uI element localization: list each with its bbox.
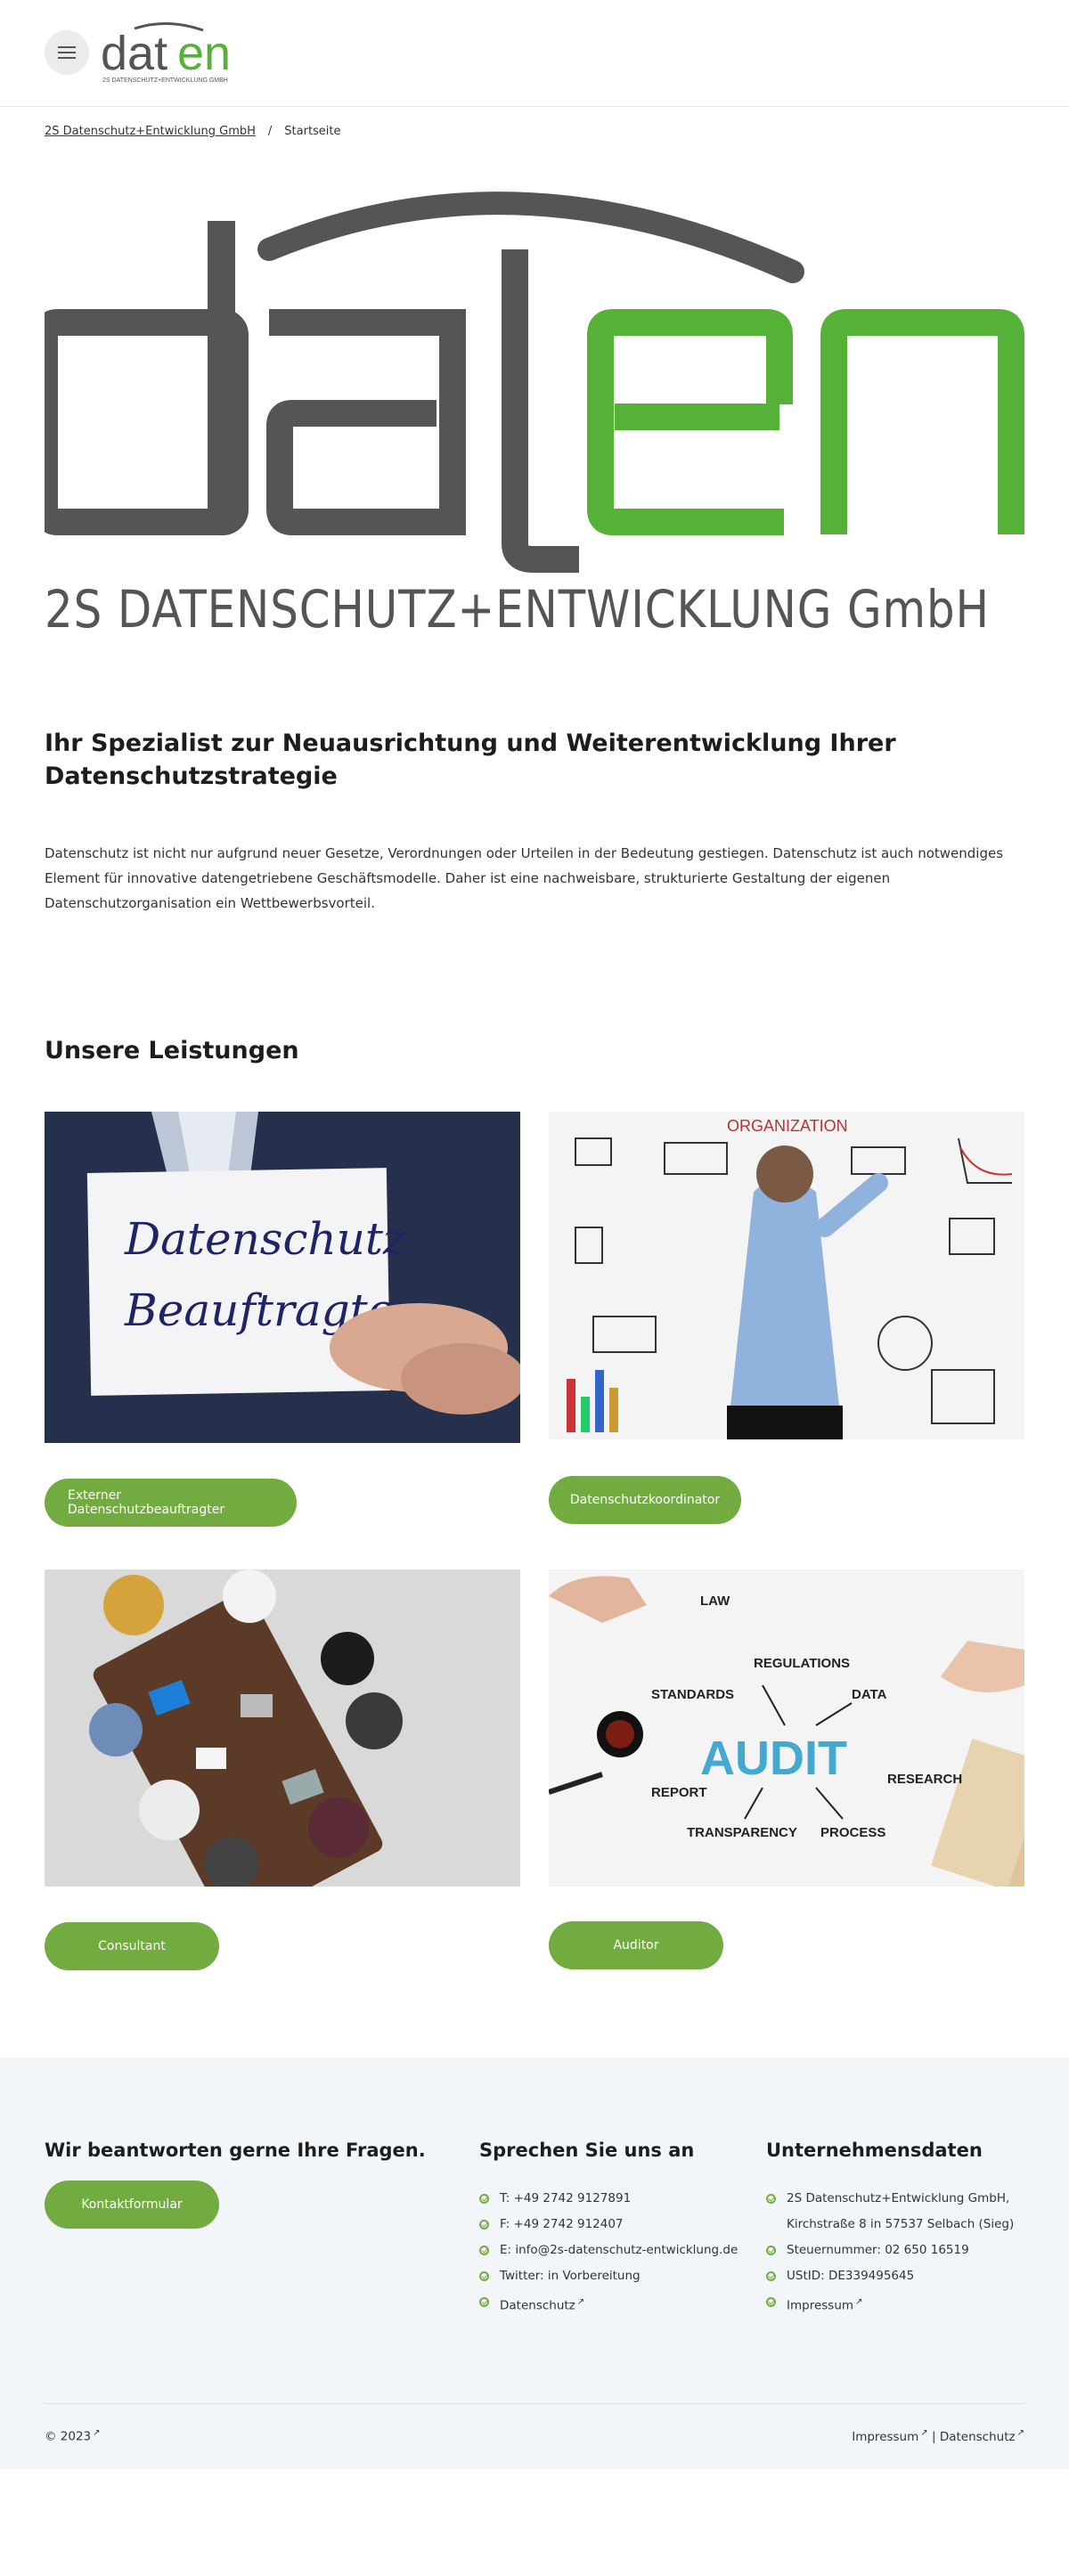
contact-form-button[interactable]: Kontaktformular — [45, 2181, 219, 2229]
audit-word-research: RESEARCH — [887, 1772, 962, 1787]
service-image-koordinator: ORGANIZATION — [549, 1112, 1024, 1439]
dsb-image-line1: Datenschutz — [124, 1213, 407, 1265]
audit-word-standards: STANDARDS — [651, 1687, 734, 1702]
check-icon — [479, 2297, 489, 2307]
imprint-link[interactable]: Impressum ↗ — [787, 2289, 862, 2319]
check-icon — [479, 2220, 489, 2230]
email-link[interactable]: E: info@2s-datenschutz-entwicklung.de — [500, 2238, 738, 2263]
site-logo[interactable]: dat en 2S DATENSCHUTZ+ENTWICKLUNG GMBH — [101, 20, 243, 84]
service-button-dsb[interactable]: Externer Datenschutzbeauftragter — [45, 1479, 297, 1527]
imprint-link-label: Impressum — [787, 2298, 854, 2313]
phone-text[interactable]: T: +49 2742 9127891 — [500, 2186, 631, 2212]
service-image-dsb: Datenschutz Beauftragter — [45, 1112, 520, 1443]
copyright[interactable]: © 2023 ↗ — [45, 2428, 101, 2444]
service-button-auditor[interactable]: Auditor — [549, 1921, 723, 1969]
audit-word-process: PROCESS — [820, 1825, 885, 1840]
services-title: Unsere Leistungen — [45, 1037, 299, 1064]
list-item: E: info@2s-datenschutz-entwicklung.de — [479, 2238, 738, 2263]
check-icon — [479, 2194, 489, 2204]
org-image-title: ORGANIZATION — [727, 1117, 848, 1135]
legal-privacy-link[interactable]: Datenschutz ↗ — [939, 2428, 1024, 2444]
audit-word-transparency: TRANSPARENCY — [687, 1825, 797, 1840]
copyright-text: © 2023 — [45, 2429, 92, 2444]
company-address: 2S Datenschutz+Entwicklung GmbH, Kirchst… — [787, 2191, 1015, 2231]
hamburger-icon — [58, 46, 76, 59]
hero-subtitle: 2S DATENSCHUTZ+ENTWICKLUNG GmbH — [45, 579, 990, 640]
page-headline: Ihr Spezialist zur Neuausrichtung und We… — [45, 730, 896, 790]
legal-separator: | — [931, 2429, 936, 2444]
site-footer: Wir beantworten gerne Ihre Fragen. Konta… — [0, 2058, 1069, 2469]
footer-contact-list: T: +49 2742 9127891 F: +49 2742 912407 E… — [479, 2186, 738, 2319]
external-link-icon: ↗ — [920, 2428, 928, 2438]
external-link-icon: ↗ — [1016, 2428, 1024, 2438]
vat-id: UStID: DE339495645 — [787, 2269, 915, 2283]
breadcrumb: 2S Datenschutz+Entwicklung GmbH / Starts… — [45, 125, 341, 138]
check-icon — [766, 2271, 776, 2281]
service-image-consultant — [45, 1569, 520, 1887]
external-link-icon: ↗ — [576, 2297, 585, 2307]
menu-button[interactable] — [45, 30, 89, 75]
check-icon — [766, 2246, 776, 2255]
list-item: T: +49 2742 9127891 — [479, 2186, 738, 2212]
list-item: Steuernummer: 02 650 16519 — [766, 2238, 1024, 2263]
audit-word-data: DATA — [852, 1687, 887, 1702]
legal-imprint-label: Impressum — [852, 2429, 919, 2444]
list-item: Datenschutz ↗ — [479, 2289, 738, 2319]
fax-text: F: +49 2742 912407 — [500, 2217, 624, 2231]
legal-links: Impressum ↗ | Datenschutz ↗ — [852, 2428, 1024, 2444]
intro-text: Datenschutz ist nicht nur aufgrund neuer… — [45, 845, 1004, 911]
logo-small-left: dat — [101, 27, 167, 80]
legal-imprint-link[interactable]: Impressum ↗ — [852, 2428, 928, 2444]
site-header: dat en 2S DATENSCHUTZ+ENTWICKLUNG GMBH — [0, 0, 1069, 107]
footer-divider — [45, 2403, 1024, 2404]
check-icon — [479, 2246, 489, 2255]
check-icon — [479, 2271, 489, 2281]
list-item: Impressum ↗ — [766, 2289, 1024, 2319]
check-icon — [766, 2297, 776, 2307]
tax-number: Steuernummer: 02 650 16519 — [787, 2243, 969, 2257]
service-image-auditor: AUDIT LAW REGULATIONS STANDARDS DATA REP… — [549, 1569, 1024, 1887]
list-item: 2S Datenschutz+Entwicklung GmbH, Kirchst… — [766, 2186, 1024, 2238]
service-button-consultant[interactable]: Consultant — [45, 1922, 219, 1970]
list-item: F: +49 2742 912407 — [479, 2212, 738, 2238]
list-item: Twitter: in Vorbereitung — [479, 2263, 738, 2289]
footer-company-title: Unternehmensdaten — [766, 2140, 983, 2161]
audit-word-regulations: REGULATIONS — [754, 1656, 850, 1671]
privacy-link[interactable]: Datenschutz ↗ — [500, 2289, 584, 2319]
service-button-koordinator[interactable]: Datenschutzkoordinator — [549, 1476, 741, 1524]
hero-logo: dat en — [45, 192, 1024, 573]
list-item: UStID: DE339495645 — [766, 2263, 1024, 2289]
check-icon — [766, 2194, 776, 2204]
legal-privacy-label: Datenschutz — [939, 2429, 1016, 2444]
logo-small-subtitle: 2S DATENSCHUTZ+ENTWICKLUNG GMBH — [102, 77, 228, 84]
privacy-link-label: Datenschutz — [500, 2298, 575, 2313]
footer-contact-title: Wir beantworten gerne Ihre Fragen. — [45, 2140, 426, 2161]
footer-company-list: 2S Datenschutz+Entwicklung GmbH, Kirchst… — [766, 2186, 1024, 2319]
breadcrumb-current: Startseite — [284, 125, 341, 138]
audit-word-report: REPORT — [651, 1785, 707, 1800]
audit-word-law: LAW — [700, 1594, 730, 1609]
logo-small-right: en — [177, 27, 231, 80]
external-link-icon: ↗ — [855, 2297, 863, 2307]
audit-image-title: AUDIT — [700, 1732, 847, 1785]
external-link-icon: ↗ — [93, 2428, 101, 2438]
breadcrumb-home-link[interactable]: 2S Datenschutz+Entwicklung GmbH — [45, 125, 256, 138]
breadcrumb-separator: / — [267, 125, 273, 138]
footer-talk-title: Sprechen Sie uns an — [479, 2140, 695, 2161]
twitter-text: Twitter: in Vorbereitung — [500, 2269, 641, 2283]
